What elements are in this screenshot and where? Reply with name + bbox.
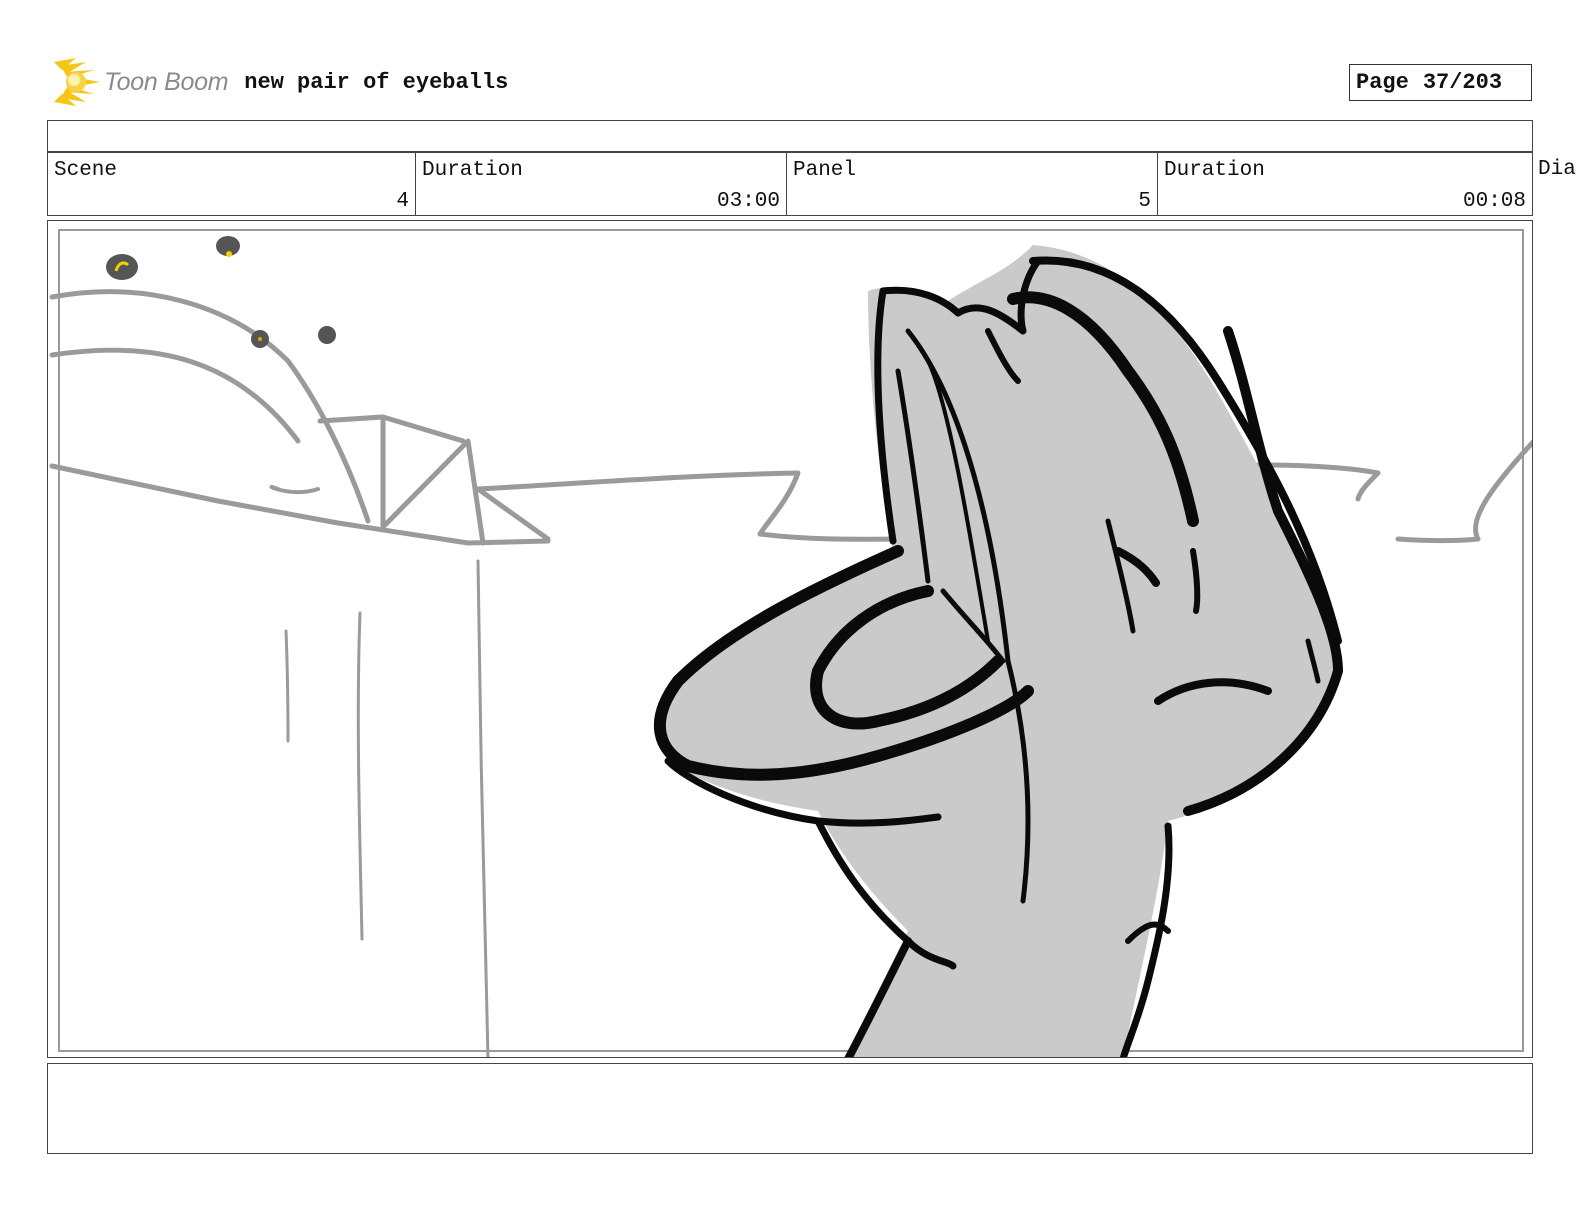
panel-info-row: Scene 4 Duration 03:00 Panel 5 Duration … (47, 152, 1582, 216)
scene-cell: Scene 4 (47, 152, 416, 216)
page-header: Toon Boom new pair of eyeballs (50, 56, 508, 108)
sunburst-icon (54, 58, 100, 106)
scene-duration-value: 03:00 (716, 190, 780, 213)
panel-duration-label: Duration (1164, 159, 1265, 182)
toon-boom-logo: Toon Boom (50, 56, 229, 108)
document-title: new pair of eyeballs (244, 69, 509, 95)
notes-area (47, 1063, 1533, 1154)
panel-duration-value: 00:08 (1462, 190, 1526, 213)
page-label: Page (1356, 70, 1409, 95)
dialog-label: Dia (1538, 158, 1576, 181)
scene-value: 4 (396, 190, 409, 213)
panel-value: 5 (1138, 190, 1151, 213)
character-sketch (654, 245, 1343, 1057)
dialog-cell: Dia (1532, 152, 1582, 216)
scene-label: Scene (54, 159, 118, 182)
page-indicator: Page 37/203 (1349, 64, 1532, 101)
scene-duration-cell: Duration 03:00 (415, 152, 787, 216)
brand-name: Toon Boom (104, 67, 229, 96)
sequence-strip (47, 120, 1533, 152)
panel-label: Panel (793, 159, 857, 182)
panel-cell: Panel 5 (786, 152, 1158, 216)
panel-sketch (49, 229, 1532, 1057)
scene-duration-label: Duration (422, 159, 523, 182)
storyboard-panel (47, 220, 1533, 1058)
panel-duration-cell: Duration 00:08 (1157, 152, 1533, 216)
page-number: 37/203 (1422, 70, 1503, 95)
